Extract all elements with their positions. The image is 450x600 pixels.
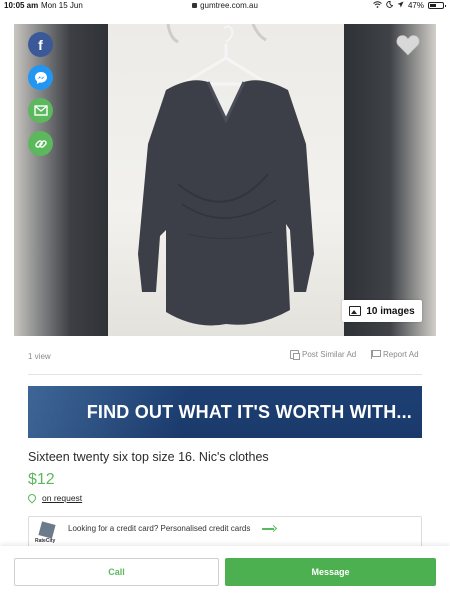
message-button[interactable]: Message bbox=[225, 558, 436, 586]
post-similar-label: Post Similar Ad bbox=[302, 350, 357, 359]
image-count-badge[interactable]: 10 images bbox=[342, 300, 422, 322]
location-arrow-icon bbox=[397, 1, 404, 10]
ad-meta-row: 1 view Post Similar Ad Report Ad bbox=[28, 350, 422, 364]
ratecity-logo: RateCity bbox=[35, 521, 59, 545]
messenger-icon bbox=[34, 71, 47, 84]
ratecity-logo-shape bbox=[38, 521, 56, 539]
flag-icon bbox=[371, 350, 381, 359]
listing-price: $12 bbox=[28, 471, 55, 488]
status-bar: 10:05 am Mon 15 Jun gumtree.com.au 47% bbox=[0, 0, 450, 12]
link-icon bbox=[34, 139, 47, 148]
listing-photo[interactable] bbox=[108, 24, 344, 336]
view-count: 1 view bbox=[28, 352, 51, 361]
blouse-on-hanger-image bbox=[138, 24, 314, 326]
heart-icon bbox=[396, 35, 420, 56]
listing-title: Sixteen twenty six top size 16. Nic's cl… bbox=[28, 450, 269, 464]
post-similar-ad-link[interactable]: Post Similar Ad bbox=[290, 350, 357, 360]
contact-action-bar: Call Message bbox=[0, 546, 450, 600]
status-indicators: 47% bbox=[373, 1, 446, 10]
report-label: Report Ad bbox=[383, 350, 419, 359]
favourite-button[interactable] bbox=[396, 34, 420, 56]
battery-percent: 47% bbox=[407, 1, 424, 10]
facebook-share-button[interactable]: f bbox=[28, 32, 53, 57]
location-row: on request bbox=[26, 492, 82, 504]
copy-icon bbox=[290, 350, 300, 360]
report-ad-link[interactable]: Report Ad bbox=[371, 350, 419, 359]
email-share-button[interactable] bbox=[28, 98, 53, 123]
address-url: gumtree.com.au bbox=[200, 1, 258, 10]
moon-icon bbox=[386, 1, 394, 10]
email-icon bbox=[33, 105, 48, 116]
image-gallery[interactable] bbox=[14, 24, 436, 336]
location-link[interactable]: on request bbox=[42, 493, 82, 503]
facebook-icon: f bbox=[38, 36, 43, 53]
messenger-share-button[interactable] bbox=[28, 65, 53, 90]
wifi-icon bbox=[373, 1, 382, 10]
battery-icon bbox=[428, 2, 446, 9]
arrow-right-icon bbox=[262, 526, 277, 532]
call-button[interactable]: Call bbox=[14, 558, 219, 586]
image-count-label: 10 images bbox=[366, 305, 415, 317]
copy-link-button[interactable] bbox=[28, 131, 53, 156]
ratecity-logo-text: RateCity bbox=[35, 538, 56, 544]
gallery-blur-right bbox=[344, 24, 436, 336]
picture-icon bbox=[349, 306, 362, 316]
advert-banner[interactable]: FIND OUT WHAT IT'S WORTH WITH... bbox=[28, 386, 422, 438]
lock-icon bbox=[192, 3, 198, 8]
share-buttons: f bbox=[28, 32, 53, 156]
promo-text: Looking for a credit card? Personalised … bbox=[68, 524, 251, 533]
banner-text: FIND OUT WHAT IT'S WORTH WITH... bbox=[86, 402, 412, 422]
location-pin-icon bbox=[26, 492, 38, 504]
divider bbox=[28, 374, 422, 375]
